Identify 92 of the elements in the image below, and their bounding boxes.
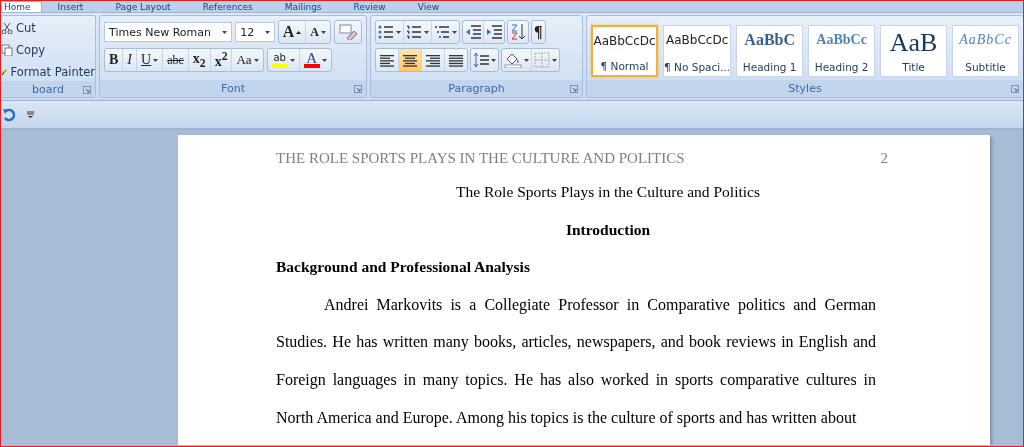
caret-icon	[396, 30, 401, 34]
style-label: ¶ No Spaci...	[664, 61, 731, 73]
customize-toolbar-button[interactable]	[27, 111, 34, 118]
style-preview: AaBbCcDc	[593, 33, 656, 49]
ribbon-tab[interactable]: Mailings	[268, 1, 338, 12]
caret-icon	[552, 58, 557, 62]
align-justify-icon	[447, 53, 465, 67]
decrease-indent-icon	[465, 24, 481, 40]
align-button[interactable]	[399, 49, 422, 71]
style-label: ¶ Normal	[600, 60, 649, 72]
ribbon-tab[interactable]: Page Layout	[99, 1, 187, 12]
style-tile[interactable]: AaBbCc Subtitle	[952, 25, 1019, 77]
caret-icon	[452, 30, 457, 34]
dialog-launcher-icon	[354, 85, 362, 93]
grow-font-button[interactable]: A	[278, 21, 307, 43]
dialog-launcher-icon	[83, 86, 91, 94]
style-preview: AaB	[889, 32, 938, 54]
document-title: The Role Sports Plays in the Culture and Politics	[456, 183, 760, 200]
ribbon-tab[interactable]: View	[401, 1, 456, 12]
undo-arrow-icon	[3, 107, 17, 122]
group-label: Paragraph	[448, 82, 505, 95]
font-name-field[interactable]: Times New Roman	[104, 22, 233, 42]
group-label: Styles	[788, 82, 822, 95]
bullets-icon	[378, 24, 394, 40]
shrink-font-button[interactable]: A	[306, 21, 330, 43]
font-size-field[interactable]: 12	[235, 22, 275, 42]
running-header: THE ROLE SPORTS PLAYS IN THE CULTURE AND POLITICS	[276, 149, 685, 167]
style-preview: AaBbCcDc	[666, 32, 729, 48]
caret-icon	[524, 58, 529, 62]
style-tile[interactable]: AaBbCc Heading 2	[808, 25, 876, 77]
caret-icon	[321, 58, 327, 62]
page-number: 2	[880, 149, 888, 167]
dialog-launcher-icon	[570, 85, 578, 93]
line-spacing-icon	[473, 52, 489, 68]
caret-icon	[222, 30, 228, 34]
sort-icon	[510, 23, 526, 41]
increase-indent-icon	[486, 24, 502, 40]
paint-bucket-icon	[504, 52, 522, 68]
format-button[interactable]: I	[123, 49, 137, 71]
align-center-icon	[401, 53, 419, 67]
clipboard-button[interactable]: Copy	[1, 40, 95, 59]
caret-icon	[424, 30, 429, 34]
caret-icon	[289, 58, 295, 62]
ribbon-tab[interactable]: Review	[337, 1, 402, 12]
caret-icon	[321, 30, 326, 34]
scissors-icon	[1, 21, 13, 34]
subsection-heading: Background and Professional Analysis	[276, 258, 530, 276]
body-paragraph: Andrei Markovits is a Collegiate Professor in Comparative politics and German Studies. He has written many books, articles, newspapers, and book reviews in English and Foreign languages in many topics. He has also worked in sports comparative cultures in North America and Europe. Among his topics is the culture of sports and has written about	[276, 294, 876, 429]
highlight-button[interactable]: ab	[267, 49, 300, 71]
group-label: Font	[221, 82, 245, 95]
dialog-launcher-icon	[1011, 85, 1019, 93]
style-preview: AaBbCc	[816, 32, 867, 48]
sort-button[interactable]	[508, 21, 528, 43]
style-label: Title	[902, 61, 925, 73]
dropdown-icon	[27, 111, 34, 118]
font-color-button[interactable]: A	[299, 49, 331, 71]
caret-icon	[264, 30, 270, 34]
shading-button[interactable]	[502, 49, 532, 71]
clipboard-button[interactable]: Format Painter	[1, 62, 95, 81]
format-button[interactable]: x$_{2}$	[188, 49, 211, 71]
ribbon-tab[interactable]: References	[186, 1, 269, 12]
style-label: Subtitle	[965, 61, 1006, 73]
format-button[interactable]: B	[105, 49, 124, 71]
up-caret-icon	[296, 30, 302, 34]
style-tile[interactable]: AaB Title	[880, 25, 948, 77]
align-left-icon	[378, 53, 396, 67]
grid-icon	[534, 52, 550, 68]
show-marks-button[interactable]: ¶	[532, 21, 545, 43]
list-button[interactable]	[404, 21, 432, 43]
list-button[interactable]	[376, 21, 404, 43]
style-label: Heading 1	[742, 61, 797, 73]
caret-icon	[491, 58, 496, 62]
style-preview: AaBbC	[744, 32, 795, 48]
numbering-icon	[406, 24, 422, 40]
ribbon-tab[interactable]: Insert	[41, 1, 100, 12]
style-tile[interactable]: AaBbCcDc ¶ Normal	[591, 25, 659, 77]
group-label: board	[32, 82, 64, 96]
align-right-icon	[424, 53, 442, 67]
style-preview: AaBbCc	[959, 32, 1012, 48]
clipboard-button[interactable]: Cut	[1, 18, 95, 37]
style-tile[interactable]: AaBbCcDc ¶ No Spaci...	[663, 25, 732, 77]
multilevel-list-icon	[434, 24, 450, 40]
style-tile[interactable]: AaBbC Heading 1	[736, 25, 804, 77]
format-button[interactable]: Aa	[232, 49, 263, 71]
format-button[interactable]: x$^{2}$	[210, 49, 233, 71]
format-button[interactable]: U	[137, 49, 164, 71]
section-heading: Introduction	[565, 220, 651, 238]
undo-button[interactable]	[3, 107, 17, 122]
eraser-icon	[339, 24, 357, 40]
format-button[interactable]: abc	[163, 49, 189, 71]
style-label: Heading 2	[814, 61, 869, 73]
copy-icon	[1, 43, 13, 56]
